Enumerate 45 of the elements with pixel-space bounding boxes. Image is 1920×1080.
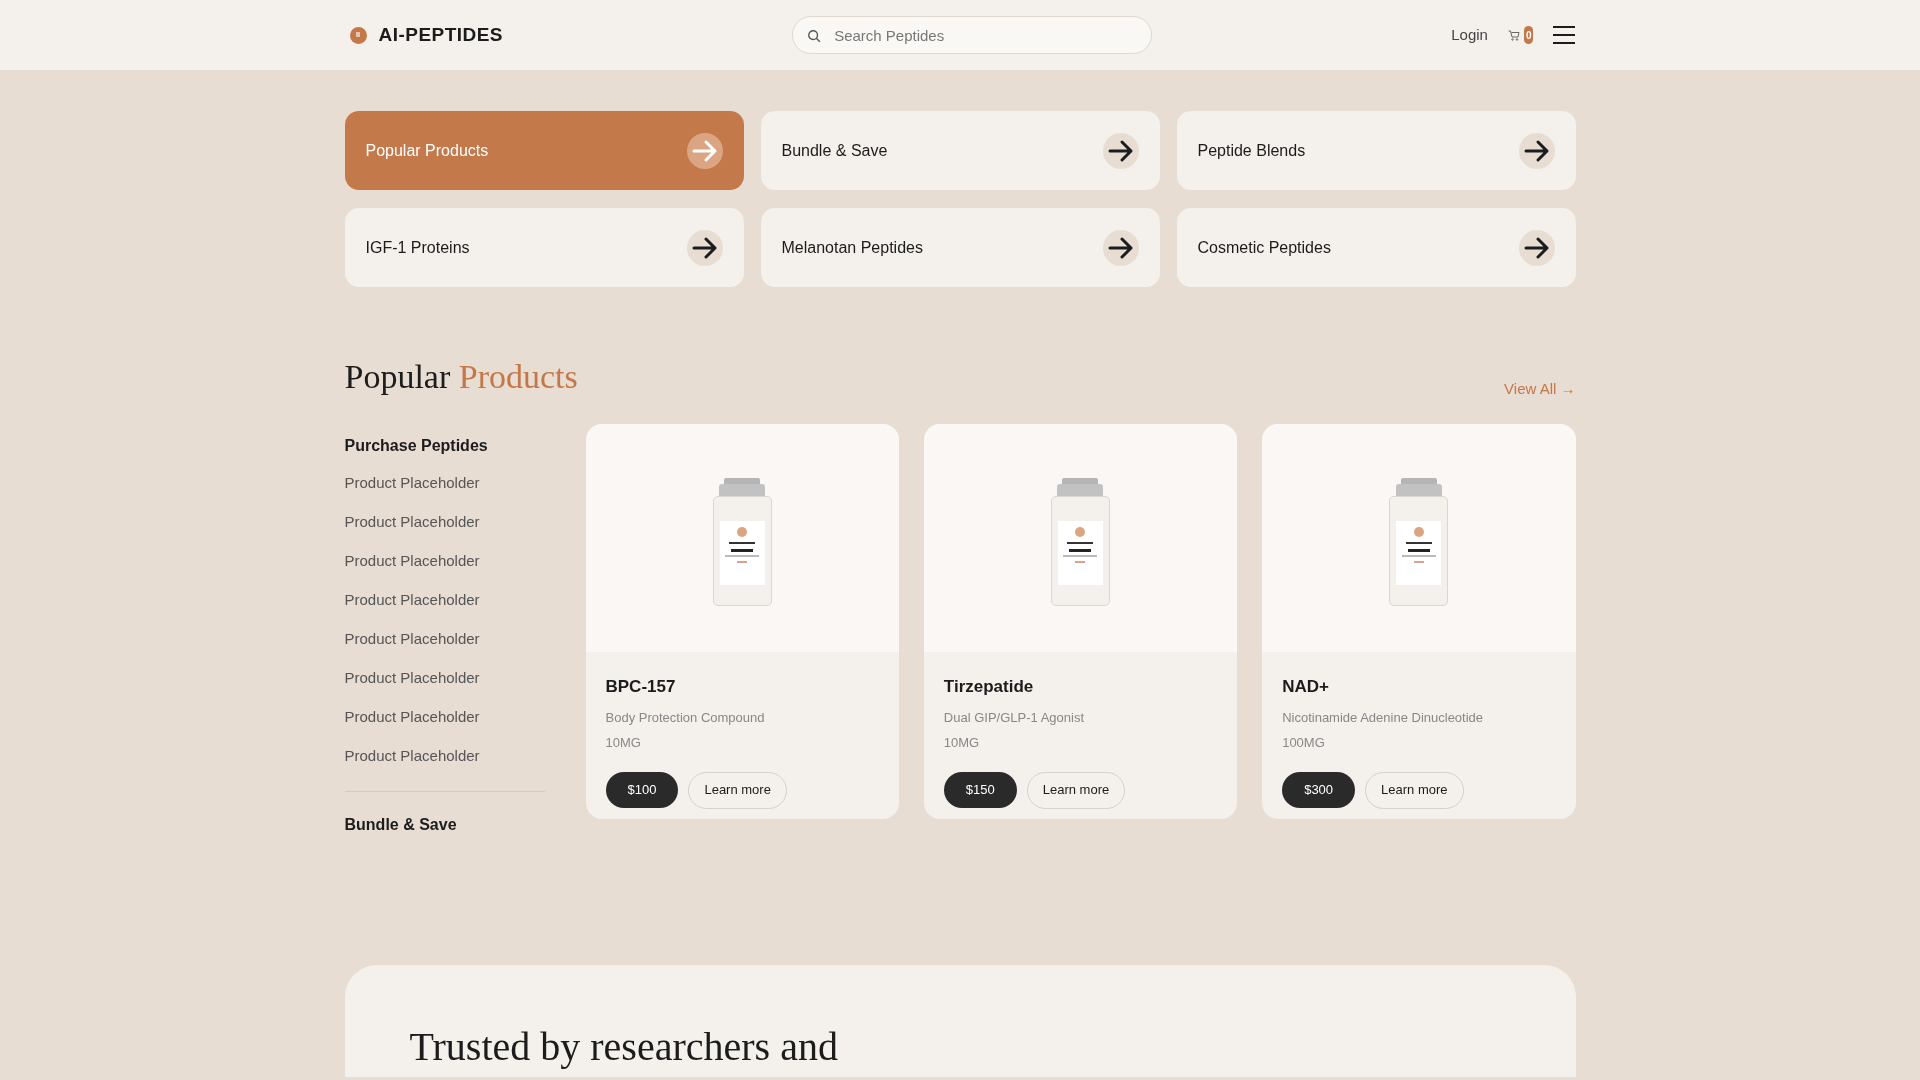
- category-card[interactable]: IGF-1 Proteins: [344, 208, 744, 287]
- product-dose: 100MG: [1282, 734, 1326, 752]
- product-dose: 10MG: [605, 734, 642, 752]
- product-card[interactable]: NAD+ Nicotinamide Adenine Dinucleotide 100MG $300 Learn more: [1262, 424, 1576, 819]
- product-description: Body Protection Compound: [605, 708, 766, 727]
- category-card[interactable]: Bundle & Save: [760, 111, 1160, 190]
- sidebar-heading[interactable]: Bundle & Save: [344, 813, 545, 837]
- product-name: NAD+: [1282, 676, 1330, 698]
- search-field[interactable]: Search Peptides: [792, 16, 1153, 54]
- menu-icon[interactable]: [1553, 26, 1576, 44]
- sidebar-link[interactable]: Product Placeholder: [344, 629, 545, 648]
- sidebar-link[interactable]: Product Placeholder: [344, 668, 545, 687]
- product-card[interactable]: Tirzepatide Dual GIP/GLP-1 Agonist 10MG $150 Learn more: [923, 424, 1238, 819]
- product-description: Dual GIP/GLP-1 Agonist: [943, 708, 1085, 727]
- brand-name[interactable]: AI-PEPTIDES: [378, 20, 504, 50]
- category-label: Melanotan Peptides: [781, 237, 923, 258]
- cart-icon[interactable]: [1507, 29, 1520, 41]
- product-name: BPC-157: [605, 676, 677, 698]
- login-link[interactable]: Login: [1451, 23, 1488, 47]
- sidebar-link[interactable]: Product Placeholder: [344, 473, 545, 492]
- category-label: IGF-1 Proteins: [365, 237, 470, 258]
- price-button[interactable]: $150: [943, 771, 1017, 808]
- product-card[interactable]: BPC-157 Body Protection Compound 10MG $100 Learn more: [585, 424, 899, 819]
- sidebar-link[interactable]: Product Placeholder: [344, 512, 545, 531]
- category-label: Peptide Blends: [1197, 140, 1306, 161]
- product-dose: 10MG: [943, 734, 981, 752]
- product-description: Nicotinamide Adenine Dinucleotide: [1282, 708, 1485, 727]
- trust-heading: Trusted by researchers and: [409, 1023, 839, 1071]
- sidebar-heading: Purchase Peptides: [344, 436, 489, 456]
- price-button[interactable]: $100: [605, 771, 679, 808]
- category-label: Bundle & Save: [781, 140, 888, 161]
- sidebar-link[interactable]: Product Placeholder: [344, 707, 545, 726]
- sidebar-link[interactable]: Product Placeholder: [344, 746, 545, 765]
- category-label: Popular Products: [365, 140, 489, 161]
- cart-count-badge: 0: [1523, 26, 1534, 44]
- sidebar-link[interactable]: Product Placeholder: [344, 551, 545, 570]
- category-label: Cosmetic Peptides: [1197, 237, 1331, 258]
- price-button[interactable]: $300: [1282, 771, 1356, 808]
- category-card[interactable]: Melanotan Peptides: [760, 208, 1160, 287]
- product-name: Tirzepatide: [943, 676, 1035, 698]
- search-icon: [807, 29, 822, 43]
- sidebar-link[interactable]: Product Placeholder: [344, 590, 545, 609]
- section-title: Popular Products: [344, 357, 578, 397]
- category-card[interactable]: Cosmetic Peptides: [1176, 208, 1576, 287]
- category-card[interactable]: Peptide Blends: [1176, 111, 1576, 190]
